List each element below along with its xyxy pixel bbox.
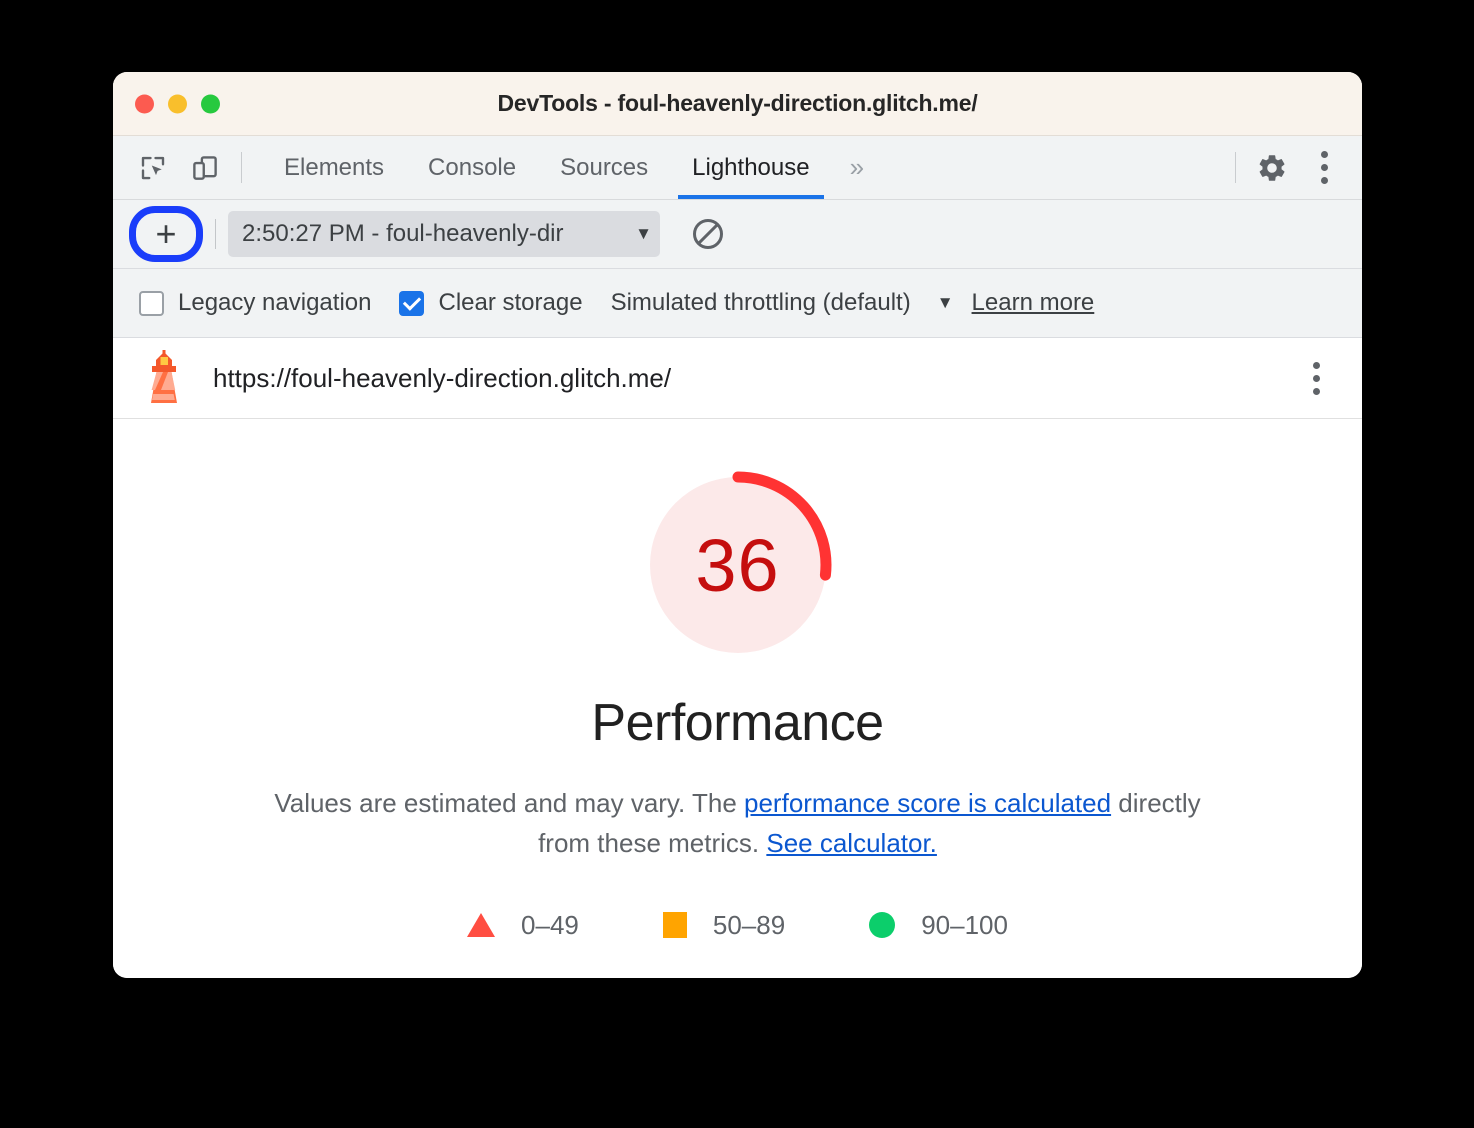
maximize-window-button[interactable] <box>201 94 220 113</box>
lighthouse-settings-row: Legacy navigation Clear storage Simulate… <box>113 269 1362 338</box>
score-description-part1: Values are estimated and may vary. The <box>274 788 745 818</box>
traffic-light-group <box>135 94 220 113</box>
score-description: Values are estimated and may vary. The p… <box>248 783 1228 864</box>
gauge-score-value: 36 <box>695 523 780 607</box>
devtools-window: DevTools - foul-heavenly-direction.glitc… <box>113 72 1362 978</box>
new-report-button[interactable]: + <box>144 214 188 254</box>
legend-label-average: 50–89 <box>712 909 786 940</box>
toolbar-divider <box>215 219 216 249</box>
tab-lighthouse[interactable]: Lighthouse <box>670 136 831 199</box>
devtools-tabbar: Elements Console Sources Lighthouse » <box>113 136 1362 200</box>
report-header: https://foul-heavenly-direction.glitch.m… <box>113 338 1362 419</box>
throttling-select[interactable]: Simulated throttling (default) ▼ <box>611 289 954 317</box>
report-select[interactable]: 2:50:27 PM - foul-heavenly-dir ▼ <box>228 211 660 257</box>
report-menu-kebab-icon[interactable] <box>1294 356 1338 400</box>
toolbar-divider-right <box>1235 152 1236 183</box>
score-category-title: Performance <box>591 694 884 752</box>
legend-item-average: 50–89 <box>662 909 786 941</box>
checkbox-box-unchecked <box>139 290 164 316</box>
device-toolbar-icon[interactable] <box>179 136 231 199</box>
minimize-window-button[interactable] <box>168 94 187 113</box>
lighthouse-toolbar: + 2:50:27 PM - foul-heavenly-dir ▼ <box>113 200 1362 269</box>
report-url: https://foul-heavenly-direction.glitch.m… <box>213 362 672 393</box>
tab-sources[interactable]: Sources <box>538 136 670 199</box>
performance-score-link[interactable]: performance score is calculated <box>744 788 1111 818</box>
legend-item-pass: 90–100 <box>869 910 1008 941</box>
tab-elements[interactable]: Elements <box>262 136 406 199</box>
window-title: DevTools - foul-heavenly-direction.glitc… <box>497 90 978 116</box>
devtools-tools-right <box>1225 136 1362 199</box>
devtools-tools-left <box>113 136 252 199</box>
score-panel: 36 Performance Values are estimated and … <box>113 419 1362 978</box>
triangle-icon <box>467 913 496 938</box>
devtools-tab-list: Elements Console Sources Lighthouse » <box>262 136 882 199</box>
report-select-value: 2:50:27 PM - foul-heavenly-dir <box>242 220 564 247</box>
score-legend: 0–49 50–89 90–100 <box>467 910 1008 941</box>
inspect-element-icon[interactable] <box>127 136 179 199</box>
tab-console[interactable]: Console <box>406 136 538 199</box>
toolbar-divider <box>241 152 242 183</box>
lighthouse-icon <box>151 350 177 403</box>
kebab-menu-icon[interactable] <box>1298 136 1350 199</box>
legend-label-fail: 0–49 <box>521 909 579 940</box>
legend-item-fail: 0–49 <box>467 910 579 941</box>
chevron-down-icon: ▼ <box>936 293 954 312</box>
more-tabs-icon[interactable]: » <box>832 136 882 199</box>
checkbox-box-checked <box>399 290 425 316</box>
performance-gauge: 36 <box>638 465 838 665</box>
gear-icon[interactable] <box>1246 136 1298 199</box>
clear-storage-checkbox[interactable]: Clear storage <box>399 289 583 317</box>
chevron-down-icon: ▼ <box>635 224 652 243</box>
legacy-navigation-label: Legacy navigation <box>178 289 372 316</box>
legend-label-pass: 90–100 <box>921 909 1008 940</box>
no-entry-icon[interactable] <box>686 212 730 256</box>
close-window-button[interactable] <box>135 94 154 113</box>
legacy-navigation-checkbox[interactable]: Legacy navigation <box>139 289 371 317</box>
square-icon <box>662 912 687 939</box>
see-calculator-link[interactable]: See calculator. <box>766 828 937 858</box>
circle-icon <box>869 912 896 939</box>
window-titlebar: DevTools - foul-heavenly-direction.glitc… <box>113 72 1362 136</box>
learn-more-link[interactable]: Learn more <box>972 289 1095 317</box>
clear-storage-label: Clear storage <box>438 289 583 316</box>
new-report-button-wrap: + <box>129 206 203 262</box>
throttling-label: Simulated throttling (default) <box>610 289 911 316</box>
